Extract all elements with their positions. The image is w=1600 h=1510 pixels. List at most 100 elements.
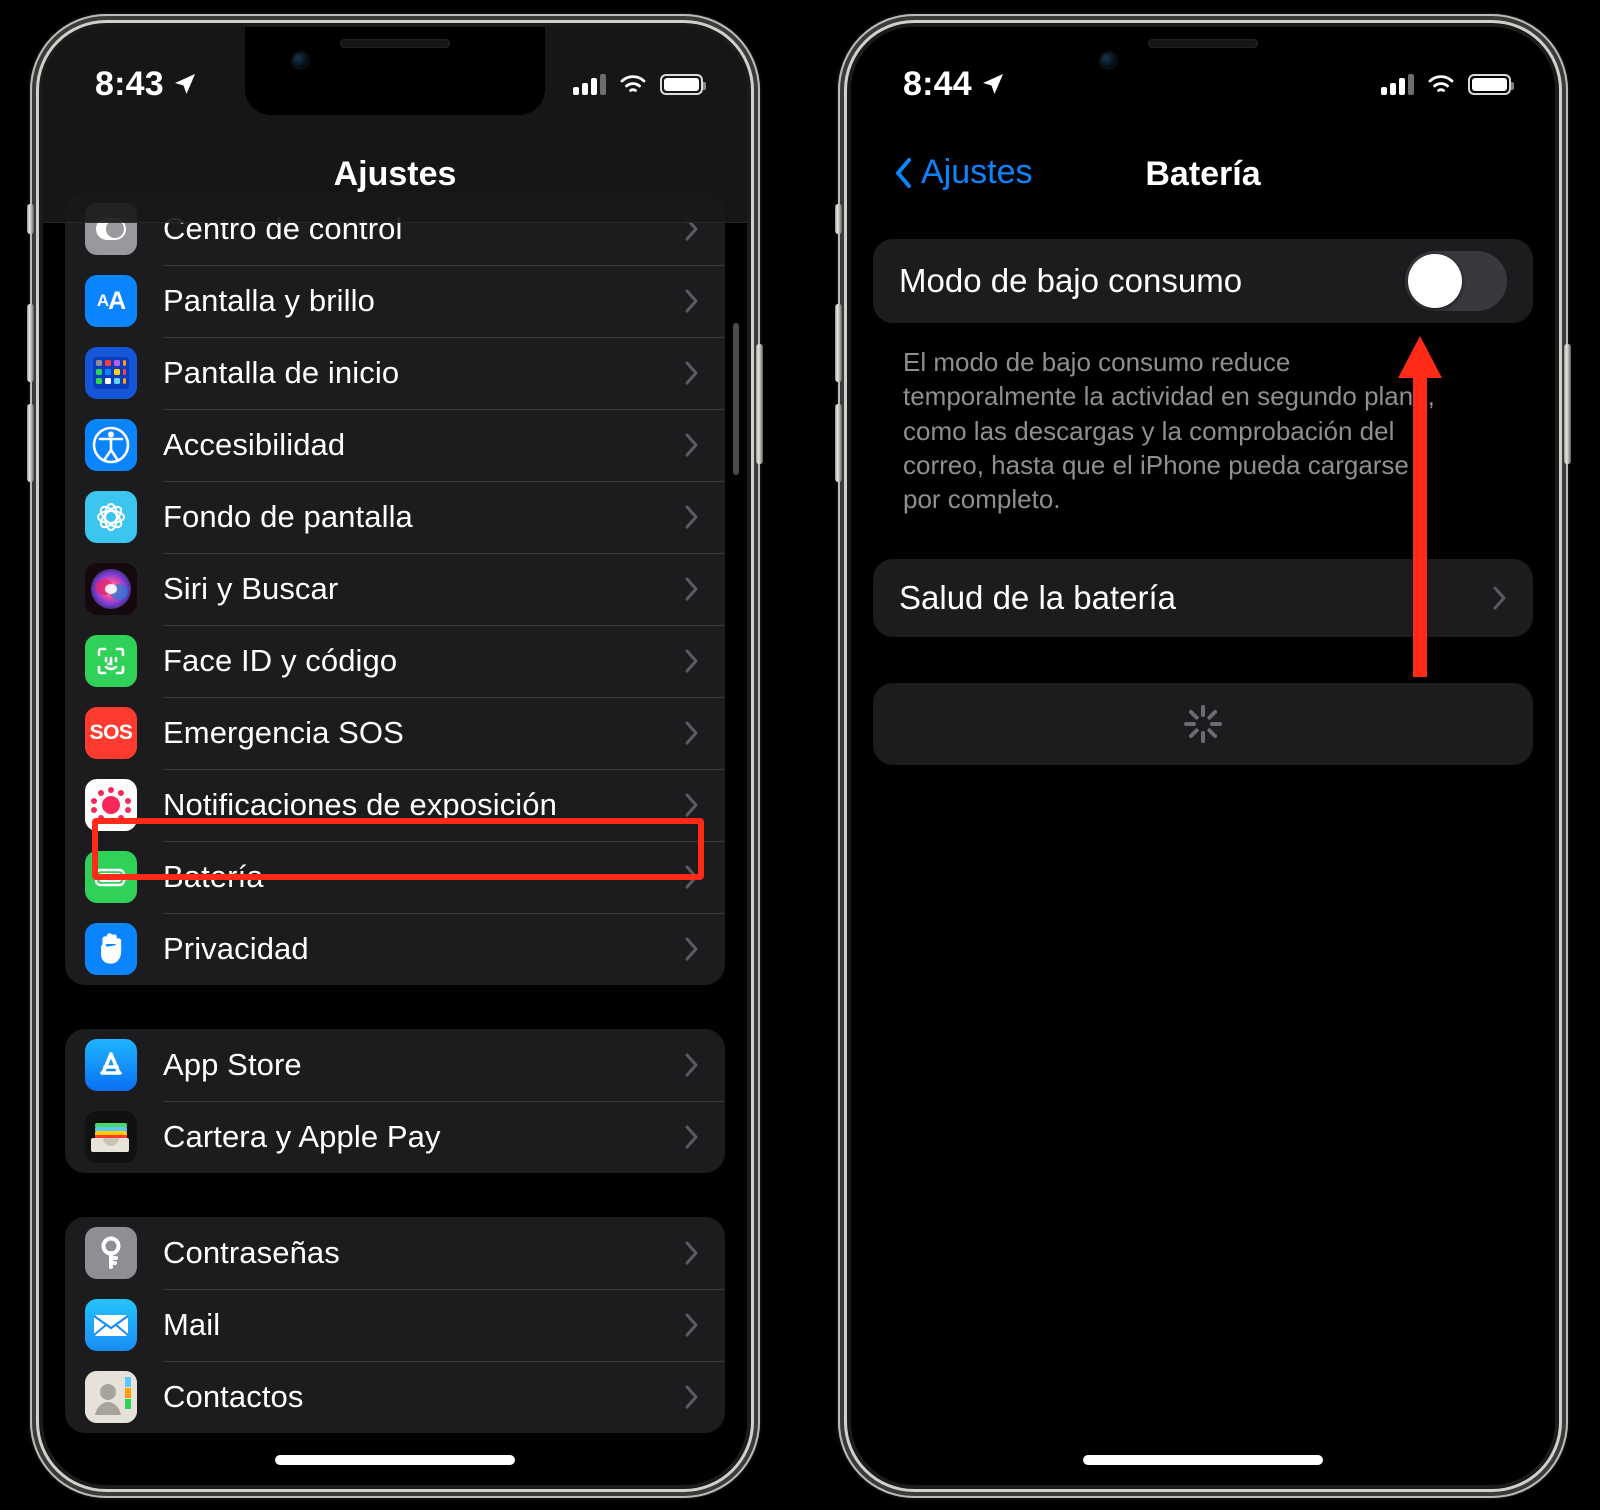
low-power-mode-label: Modo de bajo consumo	[899, 262, 1243, 299]
screenshot-stage: Centro de control AA Pantalla y brillo P…	[0, 0, 1600, 1510]
sidebar-item-label: Mail	[163, 1307, 221, 1342]
settings-scroll-view[interactable]: Centro de control AA Pantalla y brillo P…	[43, 27, 747, 1485]
battery-health-label: Salud de la batería	[899, 578, 1177, 616]
sidebar-item-label: Fondo de pantalla	[163, 499, 413, 534]
status-time: 8:44	[903, 64, 972, 103]
chevron-right-icon	[685, 1053, 698, 1077]
status-bar-left: 8:44	[903, 65, 1005, 104]
chevron-right-icon	[685, 577, 698, 601]
right-screen: Modo de bajo consumo El modo de bajo con…	[851, 27, 1555, 1485]
battery-health-card: Salud de la batería	[873, 558, 1533, 637]
sidebar-item-notificaciones-de-exposicion[interactable]: Notificaciones de exposición	[65, 769, 725, 841]
activity-spinner-icon	[1183, 704, 1223, 744]
sidebar-item-accesibilidad[interactable]: Accesibilidad	[65, 409, 725, 481]
left-screen: Centro de control AA Pantalla y brillo P…	[43, 27, 747, 1485]
battery-full-icon	[1468, 73, 1514, 95]
home-indicator[interactable]	[275, 1455, 515, 1465]
sidebar-item-siri-y-buscar[interactable]: Siri y Buscar	[65, 553, 725, 625]
chevron-right-icon	[685, 649, 698, 673]
chevron-right-icon	[685, 1385, 698, 1409]
sidebar-item-app-store[interactable]: App Store	[65, 1029, 725, 1101]
iphone-left-settings: Centro de control AA Pantalla y brillo P…	[27, 14, 763, 1498]
silence-switch[interactable]	[27, 204, 34, 234]
sidebar-item-label: Pantalla y brillo	[163, 283, 375, 318]
sidebar-item-face-id-y-codigo[interactable]: Face ID y código	[65, 625, 725, 697]
home-indicator[interactable]	[1083, 1455, 1323, 1465]
sidebar-item-bateria[interactable]: Batería	[65, 841, 725, 913]
face-id-icon	[85, 635, 137, 687]
sidebar-item-fondo-de-pantalla[interactable]: Fondo de pantalla	[65, 481, 725, 553]
chevron-right-icon	[685, 793, 698, 817]
chevron-right-icon	[685, 937, 698, 961]
sidebar-item-pantalla-y-brillo[interactable]: AA Pantalla y brillo	[65, 265, 725, 337]
wallpaper-icon	[85, 491, 137, 543]
wifi-icon	[1428, 74, 1454, 92]
volume-down-button[interactable]	[27, 404, 34, 482]
cellular-signal-icon	[1381, 73, 1414, 95]
chevron-right-icon	[685, 1313, 698, 1337]
page-title: Batería	[1145, 155, 1261, 193]
settings-group-3: Contraseñas Mail Contactos	[65, 1217, 725, 1433]
low-power-mode-toggle[interactable]	[1405, 251, 1507, 311]
sidebar-item-label: Accesibilidad	[163, 427, 346, 462]
battery-usage-loading-card	[873, 682, 1533, 765]
volume-down-button[interactable]	[835, 404, 842, 482]
siri-icon	[85, 563, 137, 615]
wallet-icon	[85, 1111, 137, 1163]
mail-icon	[85, 1299, 137, 1351]
sidebar-item-mail[interactable]: Mail	[65, 1289, 725, 1361]
battery-scroll-view[interactable]: Modo de bajo consumo El modo de bajo con…	[851, 27, 1555, 1485]
wifi-icon	[620, 74, 646, 92]
sidebar-item-privacidad[interactable]: Privacidad	[65, 913, 725, 985]
volume-up-button[interactable]	[27, 304, 34, 382]
silence-switch[interactable]	[835, 204, 842, 234]
low-power-card: Modo de bajo consumo	[873, 239, 1533, 323]
battery-health-row[interactable]: Salud de la batería	[873, 559, 1533, 637]
sidebar-item-label: App Store	[163, 1047, 302, 1082]
display-brightness-icon: AA	[85, 275, 137, 327]
sidebar-item-label: Privacidad	[163, 931, 309, 966]
cellular-signal-icon	[573, 73, 606, 95]
volume-up-button[interactable]	[835, 304, 842, 382]
sidebar-item-pantalla-de-inicio[interactable]: Pantalla de inicio	[65, 337, 725, 409]
low-power-mode-row[interactable]: Modo de bajo consumo	[873, 239, 1533, 323]
emergency-sos-icon: SOS	[85, 707, 137, 759]
iphone-right-battery: Modo de bajo consumo El modo de bajo con…	[835, 14, 1571, 1498]
status-bar-left: 8:43	[95, 65, 197, 104]
status-bar-right	[573, 73, 706, 95]
side-power-button[interactable]	[1564, 344, 1571, 464]
chevron-right-icon	[685, 433, 698, 457]
chevron-right-icon	[685, 865, 698, 889]
settings-group-1: Centro de control AA Pantalla y brillo P…	[65, 193, 725, 985]
sidebar-item-cartera-y-apple-pay[interactable]: Cartera y Apple Pay	[65, 1101, 725, 1173]
sidebar-item-label: Pantalla de inicio	[163, 355, 400, 390]
sidebar-item-contactos[interactable]: Contactos	[65, 1361, 725, 1433]
chevron-right-icon	[685, 1241, 698, 1265]
location-arrow-icon	[982, 74, 1003, 94]
app-store-icon	[85, 1039, 137, 1091]
exposure-notifications-icon	[85, 779, 137, 831]
vertical-scrollbar[interactable]	[733, 323, 739, 475]
location-arrow-icon	[174, 74, 195, 94]
sidebar-item-label: Emergencia SOS	[163, 715, 404, 750]
sidebar-item-label: Contactos	[163, 1379, 304, 1414]
page-title: Ajustes	[333, 155, 457, 193]
sidebar-item-label: Batería	[163, 859, 264, 894]
passwords-key-icon	[85, 1227, 137, 1279]
sidebar-item-contrasenas[interactable]: Contraseñas	[65, 1217, 725, 1289]
sidebar-item-emergencia-sos[interactable]: SOS Emergencia SOS	[65, 697, 725, 769]
chevron-right-icon	[685, 361, 698, 385]
home-screen-icon	[85, 347, 137, 399]
low-power-mode-description: El modo de bajo consumo reduce temporalm…	[903, 347, 1435, 515]
status-bar-right	[1381, 73, 1514, 95]
privacy-hand-icon	[85, 923, 137, 975]
accessibility-icon	[85, 419, 137, 471]
side-power-button[interactable]	[756, 344, 763, 464]
status-time: 8:43	[95, 64, 164, 103]
sidebar-item-label: Notificaciones de exposición	[163, 787, 557, 822]
status-bar: 8:43	[43, 27, 747, 115]
battery-settings-icon	[85, 851, 137, 903]
chevron-right-icon	[685, 505, 698, 529]
chevron-right-icon	[685, 1125, 698, 1149]
